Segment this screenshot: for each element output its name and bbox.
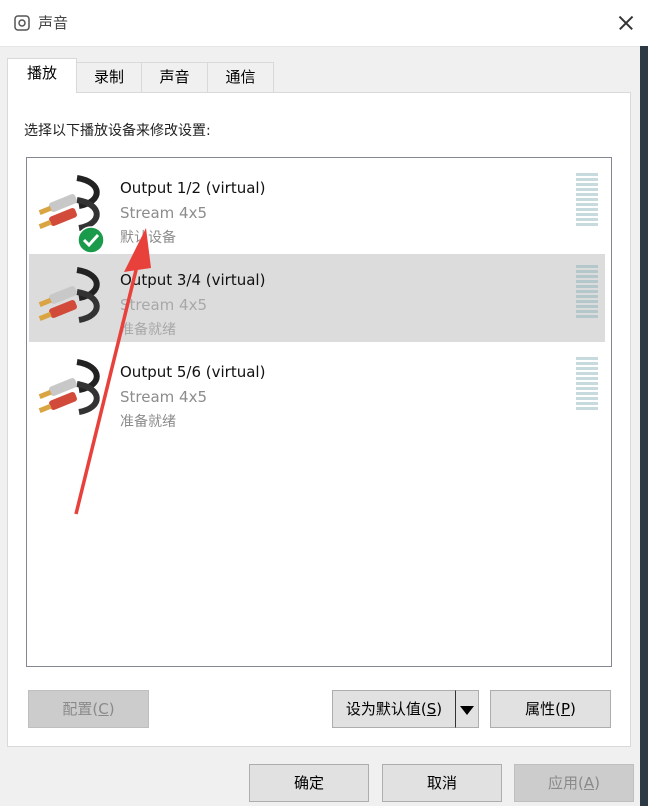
configure-label: 配置( xyxy=(62,700,99,718)
tab-playback[interactable]: 播放 xyxy=(7,58,77,93)
device-name: Output 5/6 (virtual) xyxy=(120,363,266,381)
device-status: 准备就绪 xyxy=(120,322,176,338)
rca-cable-icon xyxy=(38,359,100,415)
properties-button[interactable]: 属性(P) xyxy=(490,690,611,728)
set-default-label: 设为默认值( xyxy=(345,700,427,718)
properties-suffix: ) xyxy=(570,700,576,718)
volume-meter xyxy=(576,173,598,231)
apply-label: 应用( xyxy=(548,774,584,792)
device-status: 准备就绪 xyxy=(120,414,176,430)
tab-sounds[interactable]: 声音 xyxy=(141,62,208,92)
device-item-output-5-6[interactable]: Output 5/6 (virtual) Stream 4x5 准备就绪 xyxy=(29,346,605,434)
device-detail: Stream 4x5 xyxy=(120,204,208,222)
set-default-accesskey: S xyxy=(426,700,437,718)
playback-device-list[interactable]: Output 1/2 (virtual) Stream 4x5 默认设备 Out… xyxy=(26,157,612,667)
speaker-icon xyxy=(14,15,30,31)
properties-label: 属性( xyxy=(525,700,561,718)
device-item-output-3-4[interactable]: Output 3/4 (virtual) Stream 4x5 准备就绪 xyxy=(29,254,605,342)
cancel-button[interactable]: 取消 xyxy=(382,764,502,802)
configure-accesskey: C xyxy=(98,700,109,718)
set-default-dropdown-icon[interactable] xyxy=(455,690,479,728)
set-default-button[interactable]: 设为默认值(S) xyxy=(332,690,456,728)
configure-button[interactable]: 配置(C) xyxy=(28,690,149,728)
device-item-output-1-2[interactable]: Output 1/2 (virtual) Stream 4x5 默认设备 xyxy=(29,162,605,254)
default-device-check-icon xyxy=(77,226,105,254)
device-name: Output 1/2 (virtual) xyxy=(120,179,266,197)
device-detail: Stream 4x5 xyxy=(120,296,208,314)
device-status: 默认设备 xyxy=(120,230,176,246)
rca-cable-icon xyxy=(38,267,100,323)
title-bar: 声音 xyxy=(0,0,648,47)
set-default-suffix: ) xyxy=(436,700,443,718)
close-button[interactable] xyxy=(602,0,648,46)
device-name: Output 3/4 (virtual) xyxy=(120,271,266,289)
device-detail: Stream 4x5 xyxy=(120,388,208,406)
tab-recording[interactable]: 录制 xyxy=(76,62,142,92)
background-window-edge xyxy=(640,46,648,806)
apply-suffix: ) xyxy=(594,774,600,792)
instruction-text: 选择以下播放设备来修改设置: xyxy=(24,123,211,139)
tab-communications[interactable]: 通信 xyxy=(207,62,274,92)
apply-accesskey: A xyxy=(583,774,595,792)
properties-accesskey: P xyxy=(560,700,571,718)
window-title: 声音 xyxy=(38,14,69,32)
configure-suffix: ) xyxy=(108,700,115,718)
ok-button[interactable]: 确定 xyxy=(249,764,369,802)
apply-button[interactable]: 应用(A) xyxy=(514,764,634,802)
volume-meter xyxy=(576,357,598,415)
volume-meter xyxy=(576,265,598,323)
